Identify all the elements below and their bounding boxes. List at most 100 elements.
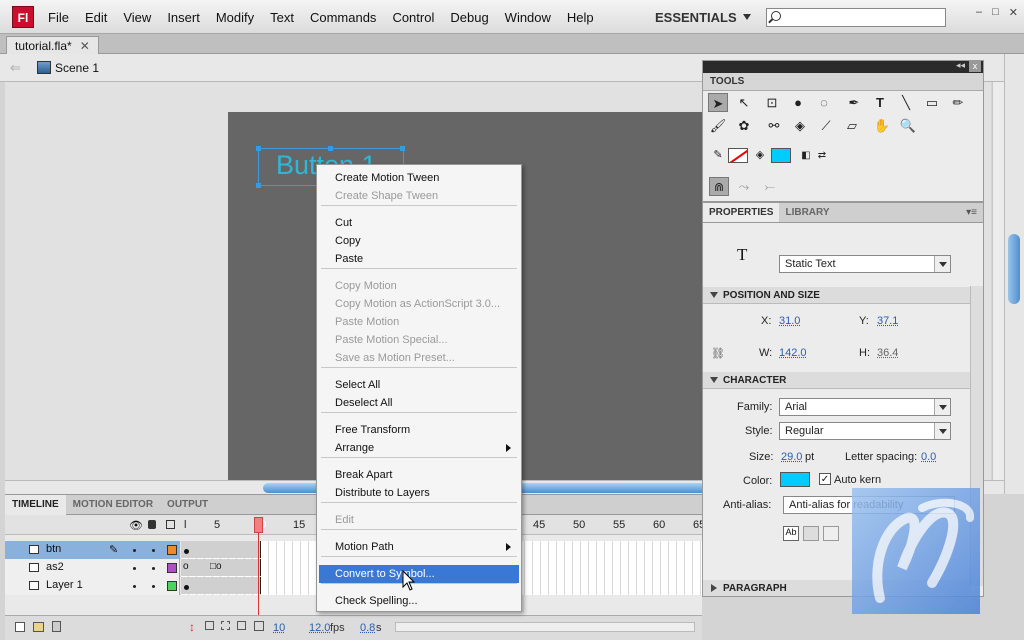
font-family-select[interactable]: Arial bbox=[779, 398, 951, 416]
playhead[interactable] bbox=[254, 517, 263, 533]
section-position-size[interactable]: POSITION AND SIZE bbox=[703, 287, 971, 304]
layer-name[interactable]: btn bbox=[46, 543, 61, 555]
pen-tool-icon[interactable]: ✒ bbox=[844, 93, 864, 112]
back-arrow-icon[interactable]: ⇐ bbox=[10, 60, 21, 76]
eye-icon[interactable]: 👁 bbox=[129, 519, 143, 532]
visibility-dot[interactable] bbox=[133, 549, 136, 552]
keyframe-dot[interactable] bbox=[184, 549, 189, 554]
menu-file[interactable]: File bbox=[40, 10, 77, 25]
onion-skin-icon[interactable] bbox=[205, 621, 214, 630]
ctx-item-copy[interactable]: Copy bbox=[319, 232, 519, 250]
keyframe-dot[interactable] bbox=[184, 585, 189, 590]
menu-commands[interactable]: Commands bbox=[302, 10, 384, 25]
line-tool-icon[interactable]: ╲ bbox=[896, 93, 916, 112]
eyedropper-tool-icon[interactable]: ⟋ bbox=[816, 116, 836, 135]
lock-dot[interactable] bbox=[152, 549, 155, 552]
elapsed-time[interactable]: 0.8 bbox=[360, 622, 375, 634]
close-icon[interactable]: ✕ bbox=[80, 39, 90, 53]
panel-menu-icon[interactable]: ▾≡ bbox=[966, 207, 977, 218]
layer-name[interactable]: as2 bbox=[46, 561, 64, 573]
layer-color-swatch[interactable] bbox=[167, 545, 177, 555]
menu-window[interactable]: Window bbox=[497, 10, 559, 25]
tab-output[interactable]: OUTPUT bbox=[160, 495, 215, 515]
layer-color-swatch[interactable] bbox=[167, 563, 177, 573]
text-color-swatch[interactable] bbox=[780, 472, 810, 487]
fill-color-swatch[interactable] bbox=[771, 148, 791, 163]
ctx-item-cut[interactable]: Cut bbox=[319, 214, 519, 232]
deco-tool-icon[interactable]: ✿ bbox=[734, 116, 754, 135]
visibility-dot[interactable] bbox=[133, 567, 136, 570]
timeline-horizontal-scrollbar[interactable] bbox=[395, 622, 695, 632]
straighten-icon[interactable]: ⤚ bbox=[760, 177, 780, 196]
snap-to-objects-icon[interactable]: ⋒ bbox=[709, 177, 729, 196]
menu-view[interactable]: View bbox=[115, 10, 159, 25]
ctx-item-select-all[interactable]: Select All bbox=[319, 376, 519, 394]
tab-motion-editor[interactable]: MOTION EDITOR bbox=[66, 495, 160, 515]
panel-scrollbar[interactable] bbox=[1004, 54, 1024, 494]
close-icon[interactable]: x bbox=[969, 61, 981, 72]
layer-color-swatch[interactable] bbox=[167, 581, 177, 591]
maximize-button[interactable]: □ bbox=[992, 6, 999, 19]
resize-handle[interactable] bbox=[256, 183, 261, 188]
outline-icon[interactable] bbox=[166, 520, 175, 529]
lock-icon[interactable] bbox=[148, 520, 156, 529]
ctx-item-motion-path[interactable]: Motion Path bbox=[319, 538, 519, 556]
resize-handle[interactable] bbox=[328, 146, 333, 151]
3d-rotation-tool-icon[interactable]: ● bbox=[788, 93, 808, 112]
ctx-item-deselect-all[interactable]: Deselect All bbox=[319, 394, 519, 412]
render-html-icon[interactable] bbox=[803, 526, 819, 541]
document-tab[interactable]: tutorial.fla* ✕ bbox=[6, 36, 99, 54]
h-value[interactable]: 36.4 bbox=[877, 347, 898, 359]
menu-modify[interactable]: Modify bbox=[208, 10, 262, 25]
rectangle-tool-icon[interactable]: ▭ bbox=[922, 93, 942, 112]
eraser-tool-icon[interactable]: ▱ bbox=[842, 116, 862, 135]
constrain-link-icon[interactable]: ⛓ bbox=[711, 347, 725, 360]
menu-control[interactable]: Control bbox=[384, 10, 442, 25]
layer-name[interactable]: Layer 1 bbox=[46, 579, 83, 591]
zoom-tool-icon[interactable]: 🔍 bbox=[898, 116, 918, 135]
scroll-thumb[interactable] bbox=[1008, 234, 1020, 304]
menu-insert[interactable]: Insert bbox=[159, 10, 208, 25]
action-keyframe-icon[interactable]: □o bbox=[210, 561, 222, 572]
resize-handle[interactable] bbox=[400, 146, 405, 151]
menu-text[interactable]: Text bbox=[262, 10, 302, 25]
onion-outline-icon[interactable] bbox=[221, 621, 230, 630]
ctx-item-free-transform[interactable]: Free Transform bbox=[319, 421, 519, 439]
workspace-switcher[interactable]: ESSENTIALS bbox=[655, 8, 751, 26]
brush-tool-icon[interactable]: 🖌 bbox=[708, 116, 728, 135]
center-frame-icon[interactable]: ↕ bbox=[189, 620, 195, 634]
text-type-select[interactable]: Static Text bbox=[779, 255, 951, 273]
lasso-tool-icon[interactable]: ◌ bbox=[814, 93, 834, 112]
x-value[interactable]: 31.0 bbox=[779, 315, 800, 327]
text-tool-icon[interactable]: T bbox=[870, 93, 890, 112]
fps-value[interactable]: 12.0 bbox=[309, 622, 330, 634]
auto-kern-checkbox[interactable]: ✓ bbox=[819, 473, 831, 485]
tab-properties[interactable]: PROPERTIES bbox=[703, 203, 780, 222]
ctx-item-check-spelling[interactable]: Check Spelling... bbox=[319, 592, 519, 610]
bone-tool-icon[interactable]: ⚯ bbox=[764, 116, 784, 135]
y-value[interactable]: 37.1 bbox=[877, 315, 898, 327]
pencil-tool-icon[interactable]: ✏ bbox=[948, 93, 968, 112]
new-folder-icon[interactable] bbox=[33, 622, 44, 632]
tab-library[interactable]: LIBRARY bbox=[779, 203, 835, 222]
edit-multiple-frames-icon[interactable] bbox=[237, 621, 246, 630]
keyframe-span[interactable] bbox=[181, 541, 261, 558]
layer-name-cell[interactable]: Layer 1 bbox=[5, 577, 180, 595]
minimize-button[interactable]: – bbox=[976, 6, 982, 19]
section-character[interactable]: CHARACTER bbox=[703, 372, 971, 389]
tab-timeline[interactable]: TIMELINE bbox=[5, 495, 66, 515]
keyframe-span[interactable] bbox=[181, 577, 261, 594]
layer-name-cell[interactable]: as2 bbox=[5, 559, 180, 577]
stroke-color-swatch[interactable] bbox=[728, 148, 748, 163]
scene-label[interactable]: Scene 1 bbox=[55, 61, 99, 75]
swap-colors-icon[interactable]: ⇄ bbox=[812, 146, 832, 165]
collapse-icon[interactable]: ◂◂ bbox=[956, 60, 965, 71]
menu-help[interactable]: Help bbox=[559, 10, 602, 25]
selection-tool-icon[interactable]: ➤ bbox=[708, 93, 728, 112]
ctx-item-convert-to-symbol[interactable]: Convert to Symbol... bbox=[319, 565, 519, 583]
menu-edit[interactable]: Edit bbox=[77, 10, 115, 25]
ctx-item-arrange[interactable]: Arrange bbox=[319, 439, 519, 457]
ctx-item-distribute-to-layers[interactable]: Distribute to Layers bbox=[319, 484, 519, 502]
free-transform-tool-icon[interactable]: ⊡ bbox=[762, 93, 782, 112]
current-frame[interactable]: 10 bbox=[273, 622, 285, 634]
